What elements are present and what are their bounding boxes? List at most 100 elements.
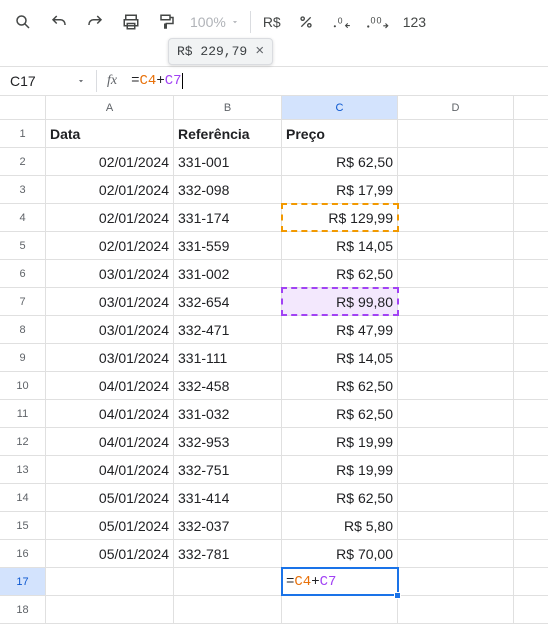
col-header-d[interactable]: D (398, 96, 514, 119)
cell[interactable]: 332-037 (174, 512, 282, 539)
row-header[interactable]: 3 (0, 176, 46, 203)
percent-format-button[interactable] (289, 7, 323, 37)
col-header-c[interactable]: C (282, 96, 398, 119)
row-header[interactable]: 8 (0, 316, 46, 343)
cell[interactable]: R$ 47,99 (282, 316, 398, 343)
cell[interactable] (398, 148, 514, 175)
cell[interactable]: 03/01/2024 (46, 260, 174, 287)
cell[interactable]: R$ 14,05 (282, 232, 398, 259)
row-header[interactable]: 18 (0, 596, 46, 623)
row-header[interactable]: 4 (0, 204, 46, 231)
cell[interactable] (46, 596, 174, 623)
row-header[interactable]: 14 (0, 484, 46, 511)
row-header[interactable]: 9 (0, 344, 46, 371)
select-all-corner[interactable] (0, 96, 46, 119)
cell[interactable]: 04/01/2024 (46, 456, 174, 483)
cell[interactable]: R$ 99,80 (282, 288, 398, 315)
cell[interactable]: R$ 129,99 (282, 204, 398, 231)
cell[interactable]: 03/01/2024 (46, 316, 174, 343)
cell[interactable]: 331-111 (174, 344, 282, 371)
row-header[interactable]: 10 (0, 372, 46, 399)
row-header[interactable]: 5 (0, 232, 46, 259)
cell[interactable]: 04/01/2024 (46, 372, 174, 399)
cell[interactable] (398, 316, 514, 343)
cell[interactable]: 05/01/2024 (46, 512, 174, 539)
cell[interactable] (398, 596, 514, 623)
cell[interactable]: R$ 62,50 (282, 260, 398, 287)
cell[interactable]: 331-559 (174, 232, 282, 259)
cell[interactable]: 331-001 (174, 148, 282, 175)
cell[interactable]: 331-174 (174, 204, 282, 231)
decrease-decimal-button[interactable]: 0 (325, 7, 359, 37)
cell[interactable] (398, 456, 514, 483)
cell[interactable]: R$ 62,50 (282, 372, 398, 399)
cell[interactable]: 331-414 (174, 484, 282, 511)
cell[interactable]: R$ 5,80 (282, 512, 398, 539)
cell[interactable] (398, 568, 514, 595)
row-header[interactable]: 15 (0, 512, 46, 539)
cell[interactable]: 03/01/2024 (46, 344, 174, 371)
cell[interactable]: 02/01/2024 (46, 148, 174, 175)
print-icon[interactable] (114, 7, 148, 37)
col-header-b[interactable]: B (174, 96, 282, 119)
cell[interactable]: 04/01/2024 (46, 428, 174, 455)
spreadsheet-grid[interactable]: A B C D 1DataReferênciaPreço202/01/20243… (0, 96, 548, 624)
cell[interactable] (398, 204, 514, 231)
cell[interactable]: 332-471 (174, 316, 282, 343)
row-header[interactable]: 7 (0, 288, 46, 315)
cell[interactable]: 332-098 (174, 176, 282, 203)
cell[interactable]: Preço (282, 120, 398, 147)
cell[interactable]: 05/01/2024 (46, 484, 174, 511)
row-header[interactable]: 17 (0, 568, 46, 595)
cell[interactable] (398, 260, 514, 287)
cell[interactable]: 331-002 (174, 260, 282, 287)
cell[interactable]: 04/01/2024 (46, 400, 174, 427)
cell[interactable] (46, 568, 174, 595)
cell[interactable] (398, 540, 514, 567)
undo-icon[interactable] (42, 7, 76, 37)
formula-input[interactable]: =C4+C7 (127, 73, 548, 89)
cell[interactable]: 332-751 (174, 456, 282, 483)
cell[interactable] (398, 232, 514, 259)
close-icon[interactable]: × (255, 43, 264, 60)
cell[interactable] (398, 400, 514, 427)
cell[interactable]: 05/01/2024 (46, 540, 174, 567)
row-header[interactable]: 6 (0, 260, 46, 287)
cell[interactable]: R$ 62,50 (282, 400, 398, 427)
cell[interactable]: Referência (174, 120, 282, 147)
cell[interactable] (282, 596, 398, 623)
cell[interactable] (398, 120, 514, 147)
redo-icon[interactable] (78, 7, 112, 37)
cell[interactable] (398, 288, 514, 315)
cell[interactable]: 332-781 (174, 540, 282, 567)
cell[interactable]: R$ 70,00 (282, 540, 398, 567)
more-formats-button[interactable]: 123 (397, 7, 432, 37)
row-header[interactable]: 13 (0, 456, 46, 483)
cell[interactable]: 332-654 (174, 288, 282, 315)
zoom-dropdown[interactable]: 100% (186, 14, 244, 30)
fx-icon[interactable]: fx (97, 73, 127, 89)
search-icon[interactable] (6, 7, 40, 37)
cell[interactable]: 02/01/2024 (46, 204, 174, 231)
cell[interactable]: R$ 19,99 (282, 428, 398, 455)
cell[interactable]: Data (46, 120, 174, 147)
cell[interactable]: 332-458 (174, 372, 282, 399)
cell[interactable] (174, 596, 282, 623)
cell[interactable] (398, 176, 514, 203)
cell[interactable]: 03/01/2024 (46, 288, 174, 315)
cell[interactable]: 332-953 (174, 428, 282, 455)
cell[interactable]: R$ 14,05 (282, 344, 398, 371)
cell[interactable]: 02/01/2024 (46, 232, 174, 259)
cell[interactable]: R$ 19,99 (282, 456, 398, 483)
cell[interactable]: 02/01/2024 (46, 176, 174, 203)
row-header[interactable]: 16 (0, 540, 46, 567)
active-cell[interactable]: =C4+C7 (282, 568, 398, 595)
name-box[interactable]: C17 (0, 73, 96, 89)
cell[interactable] (398, 344, 514, 371)
row-header[interactable]: 1 (0, 120, 46, 147)
increase-decimal-button[interactable]: 00 (361, 7, 395, 37)
cell[interactable] (398, 428, 514, 455)
cell[interactable]: R$ 17,99 (282, 176, 398, 203)
col-header-a[interactable]: A (46, 96, 174, 119)
cell[interactable] (398, 372, 514, 399)
